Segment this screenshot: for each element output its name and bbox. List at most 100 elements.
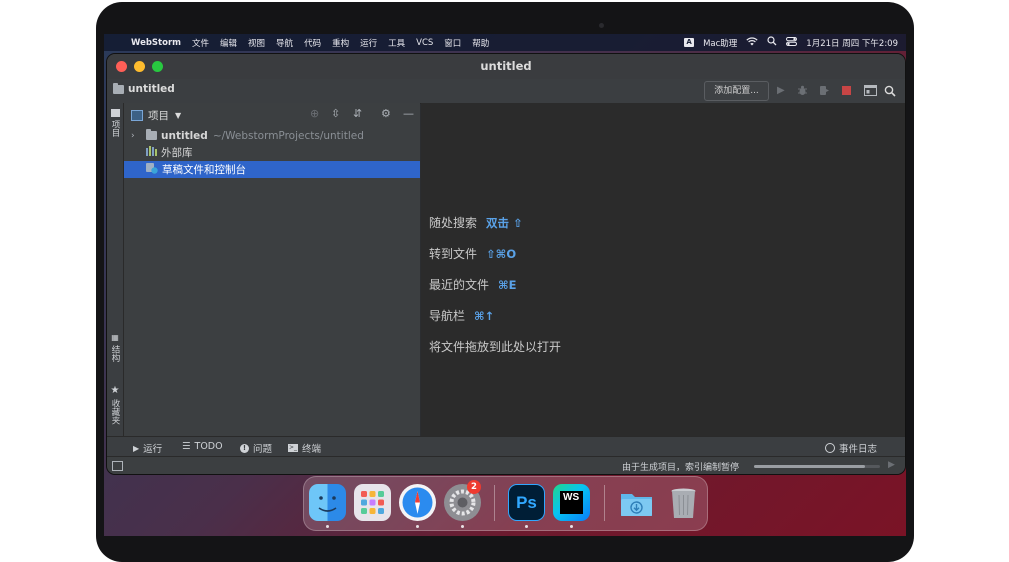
hint-label: 将文件拖放到此处以打开 xyxy=(429,340,562,354)
running-indicator xyxy=(461,525,464,528)
status-message[interactable]: 由于生成项目，索引编制暂停 xyxy=(622,460,739,473)
launchpad-icon[interactable] xyxy=(354,484,391,521)
expand-all-icon[interactable]: ⇳ xyxy=(331,107,340,120)
menu-bar: WebStorm 文件 编辑 视图 导航 代码 重构 运行 工具 VCS 窗口 … xyxy=(104,34,906,51)
hint-shortcut: 双击 ⇧ xyxy=(486,215,523,230)
chevron-down-icon: ▼ xyxy=(175,111,182,120)
wifi-icon[interactable] xyxy=(746,36,758,49)
scratches-icon xyxy=(146,162,158,177)
folder-icon xyxy=(110,109,120,117)
add-configuration-button[interactable]: 添加配置... xyxy=(704,81,769,101)
tab-terminal-label: 终端 xyxy=(302,444,322,455)
hide-panel-icon[interactable]: — xyxy=(403,107,414,120)
breadcrumb[interactable]: untitled xyxy=(113,82,175,95)
menu-refactor[interactable]: 重构 xyxy=(332,37,349,49)
running-indicator xyxy=(326,525,329,528)
run-icon[interactable]: ▶ xyxy=(777,85,785,97)
dock-separator xyxy=(494,485,495,521)
trash-icon[interactable] xyxy=(665,484,702,521)
running-indicator xyxy=(570,525,573,528)
resume-indexing-icon[interactable]: ▶ xyxy=(888,460,895,470)
tab-run[interactable]: ▶ 运行 xyxy=(133,441,163,456)
toggle-tool-windows-icon[interactable] xyxy=(112,461,123,471)
editor-area[interactable]: 随处搜索 双击 ⇧ 转到文件 ⇧⌘O 最近的文件 ⌘E 导航栏 ⌘↑ 将文件拖放… xyxy=(421,103,905,436)
finder-icon[interactable] xyxy=(309,484,346,521)
running-indicator xyxy=(525,525,528,528)
spotlight-search-icon[interactable] xyxy=(767,36,777,49)
window-title: untitled xyxy=(480,59,532,73)
tree-item-label: 外部库 xyxy=(161,147,193,159)
tab-terminal[interactable]: >_ 终端 xyxy=(288,441,321,455)
tab-structure-label: 结构 xyxy=(110,345,120,362)
title-bar[interactable]: untitled xyxy=(107,54,905,79)
hint-goto-file: 转到文件 ⇧⌘O xyxy=(429,245,516,262)
menu-vcs[interactable]: VCS xyxy=(416,38,433,48)
tree-item-path: ~/WebstormProjects/untitled xyxy=(212,129,364,142)
hint-search-everywhere: 随处搜索 双击 ⇧ xyxy=(429,214,523,231)
tree-item-external-libraries[interactable]: 外部库 xyxy=(124,144,420,161)
tab-todo[interactable]: ☰ TODO xyxy=(182,441,223,452)
speech-bubble-icon xyxy=(825,443,835,453)
structure-icon: ▦ xyxy=(110,333,120,342)
menu-navigate[interactable]: 导航 xyxy=(276,37,293,49)
dock-separator xyxy=(604,485,605,521)
mac-assistant[interactable]: Mac助理 xyxy=(703,37,737,49)
tab-project[interactable]: 项目 xyxy=(108,109,122,137)
bottom-tool-bar: ▶ 运行 ☰ TODO ! 问题 >_ 终端 事件日志 xyxy=(107,436,905,457)
menu-help[interactable]: 帮助 xyxy=(472,37,489,49)
tab-project-label: 项目 xyxy=(110,120,120,137)
camera xyxy=(599,23,604,28)
menu-tools[interactable]: 工具 xyxy=(388,37,405,49)
libraries-icon xyxy=(146,146,157,159)
locate-file-icon[interactable]: ⊕ xyxy=(310,107,319,120)
hint-label: 随处搜索 xyxy=(429,216,478,230)
tab-favorites[interactable]: ★ 收藏夹 xyxy=(108,385,122,425)
safari-icon[interactable] xyxy=(399,484,436,521)
progress-fill xyxy=(754,465,865,468)
hint-shortcut: ⌘E xyxy=(498,277,517,292)
clock[interactable]: 1月21日 周四 下午2:09 xyxy=(806,37,898,49)
tree-item-label: untitled xyxy=(161,129,208,142)
hint-shortcut: ⇧⌘O xyxy=(486,246,517,261)
folder-icon xyxy=(113,82,124,94)
downloads-folder-icon[interactable] xyxy=(618,484,655,521)
hint-drop-files: 将文件拖放到此处以打开 xyxy=(429,338,561,355)
tree-item-scratches[interactable]: 草稿文件和控制台 xyxy=(124,161,420,178)
menu-window[interactable]: 窗口 xyxy=(444,37,461,49)
input-source-icon[interactable]: A xyxy=(684,38,695,47)
tab-run-label: 运行 xyxy=(143,444,163,455)
tab-structure[interactable]: ▦ 结构 xyxy=(108,333,122,362)
tab-problems-label: 问题 xyxy=(253,444,273,455)
menu-webstorm[interactable]: WebStorm xyxy=(131,38,181,48)
webstorm-icon[interactable]: WS xyxy=(553,484,590,521)
photoshop-icon[interactable]: Ps xyxy=(508,484,545,521)
breadcrumb-project[interactable]: untitled xyxy=(128,83,175,95)
stop-icon[interactable] xyxy=(842,86,851,95)
tree-item-untitled[interactable]: › untitled ~/WebstormProjects/untitled xyxy=(124,127,420,144)
chevron-right-icon[interactable]: › xyxy=(131,131,141,141)
hint-label: 导航栏 xyxy=(429,309,466,323)
debug-icon[interactable] xyxy=(797,85,808,100)
menu-run[interactable]: 运行 xyxy=(360,37,377,49)
collapse-all-icon[interactable]: ⇵ xyxy=(353,107,362,120)
menu-file[interactable]: 文件 xyxy=(192,37,209,49)
status-bar: 由于生成项目，索引编制暂停 ▶ xyxy=(107,456,905,474)
control-center-icon[interactable] xyxy=(786,36,798,49)
hint-label: 转到文件 xyxy=(429,247,478,261)
coverage-icon[interactable] xyxy=(819,85,830,100)
navigation-bar: untitled 添加配置... ▶ xyxy=(107,79,905,104)
hint-recent-files: 最近的文件 ⌘E xyxy=(429,276,517,293)
tab-problems[interactable]: ! 问题 xyxy=(240,441,272,455)
gear-icon[interactable]: ⚙ xyxy=(381,107,391,120)
tab-event-log[interactable]: 事件日志 xyxy=(825,441,877,455)
tab-favorites-label: 收藏夹 xyxy=(110,399,120,425)
menu-code[interactable]: 代码 xyxy=(304,37,321,49)
menu-edit[interactable]: 编辑 xyxy=(220,37,237,49)
tab-event-log-label: 事件日志 xyxy=(839,444,878,455)
dock: 2 Ps WS xyxy=(303,476,708,531)
terminal-icon: >_ xyxy=(288,444,298,452)
menu-view[interactable]: 视图 xyxy=(248,37,265,49)
project-view-selector[interactable]: 项目 ▼ xyxy=(131,108,181,123)
search-everywhere-icon[interactable] xyxy=(884,85,896,101)
project-structure-icon[interactable] xyxy=(864,85,877,100)
